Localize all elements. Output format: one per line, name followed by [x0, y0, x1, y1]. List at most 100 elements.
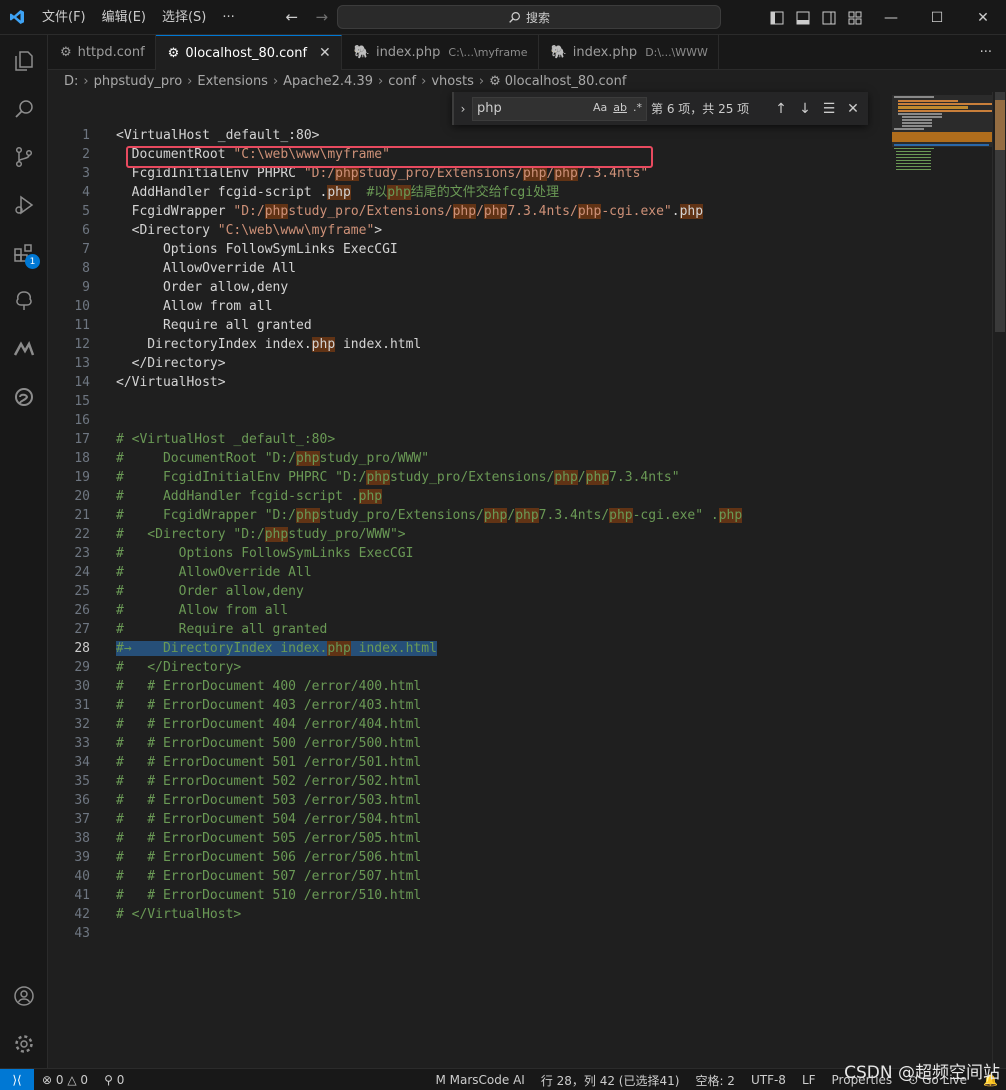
code-line[interactable]: 15 [48, 392, 892, 411]
line-number: 36 [74, 793, 90, 808]
menu-file[interactable]: 文件(F) [34, 0, 94, 35]
breadcrumb-item[interactable]: phpstudy_pro [94, 74, 183, 89]
find-in-selection-icon[interactable]: ☰ [817, 101, 841, 117]
testing-tree-icon[interactable] [0, 277, 48, 325]
code-line[interactable]: 7 Options FollowSymLinks ExecCGI [48, 240, 892, 259]
menu-edit[interactable]: 编辑(E) [94, 0, 154, 35]
code-line[interactable]: 26 # Allow from all [48, 601, 892, 620]
minimap[interactable] [892, 92, 993, 1068]
end-of-line[interactable]: LF [794, 1073, 824, 1087]
code-line[interactable]: 41 # # ErrorDocument 510 /error/510.html [48, 886, 892, 905]
code-line[interactable]: 29 # </Directory> [48, 658, 892, 677]
code-line[interactable]: 25 # Order allow,deny [48, 582, 892, 601]
code-line[interactable]: 20 # AddHandler fcgid-script .php [48, 487, 892, 506]
code-line[interactable]: 24 # AllowOverride All [48, 563, 892, 582]
breadcrumb-item[interactable]: Apache2.4.39 [283, 74, 373, 89]
customize-layout-icon[interactable] [842, 0, 868, 35]
code-line[interactable]: 19 # FcgidInitialEnv PHPRC "D:/phpstudy_p… [48, 468, 892, 487]
find-input[interactable]: php Aa ab .* [472, 96, 647, 121]
problems-indicator[interactable]: ⊗ 0 △ 0 [34, 1073, 96, 1087]
run-debug-icon[interactable] [0, 181, 48, 229]
breadcrumb-item[interactable]: conf [388, 74, 416, 89]
match-whole-word-icon[interactable]: ab [613, 101, 627, 114]
code-line[interactable]: 13 </Directory> [48, 354, 892, 373]
scrollbar-thumb[interactable] [995, 92, 1005, 332]
toggle-secondary-sidebar-icon[interactable] [816, 0, 842, 35]
code-line[interactable]: 31 # # ErrorDocument 403 /error/403.html [48, 696, 892, 715]
menu-more[interactable]: ··· [214, 0, 242, 35]
menu-selection[interactable]: 选择(S) [154, 0, 214, 35]
code-line[interactable]: 40 # # ErrorDocument 507 /error/507.html [48, 867, 892, 886]
code-line[interactable]: 11 Require all granted [48, 316, 892, 335]
minimize-icon[interactable]: — [868, 0, 914, 35]
code-line[interactable]: 39 # # ErrorDocument 506 /error/506.html [48, 848, 892, 867]
settings-gear-icon[interactable] [0, 1020, 48, 1068]
more-actions-icon[interactable]: ··· [980, 35, 992, 70]
previous-match-arrow-icon[interactable]: ↑ [769, 101, 793, 117]
breadcrumb-item[interactable]: Extensions [197, 74, 268, 89]
code-line[interactable]: 5 FcgidWrapper "D:/phpstudy_pro/Extensio… [48, 202, 892, 221]
match-case-icon[interactable]: Aa [593, 101, 607, 114]
code-line[interactable]: 34 # # ErrorDocument 501 /error/501.html [48, 753, 892, 772]
breadcrumb-item[interactable]: vhosts [431, 74, 474, 89]
account-icon[interactable] [0, 972, 48, 1020]
close-window-icon[interactable]: ✕ [960, 0, 1006, 35]
toggle-sidebar-icon[interactable] [764, 0, 790, 35]
forward-arrow-icon[interactable]: → [311, 8, 333, 26]
source-control-icon[interactable] [0, 133, 48, 181]
tab-localhost-conf[interactable]: ⚙ 0localhost_80.conf ✕ [155, 35, 342, 70]
maximize-icon[interactable]: ☐ [914, 0, 960, 35]
code-line[interactable]: 21 # FcgidWrapper "D:/phpstudy_pro/Extens… [48, 506, 892, 525]
code-line[interactable]: 43 [48, 924, 892, 943]
code-line[interactable]: 10 Allow from all [48, 297, 892, 316]
code-line[interactable]: 30 # # ErrorDocument 400 /error/400.html [48, 677, 892, 696]
code-line[interactable]: 9 Order allow,deny [48, 278, 892, 297]
breadcrumb-item[interactable]: D: [64, 74, 78, 89]
ports-indicator[interactable]: ⚲ 0 [96, 1073, 132, 1087]
encoding[interactable]: UTF-8 [743, 1073, 794, 1087]
tab-index-php-www[interactable]: 🐘 index.php D:\...\WWW [539, 35, 719, 70]
back-arrow-icon[interactable]: ← [281, 8, 303, 26]
code-line[interactable]: 23 # Options FollowSymLinks ExecCGI [48, 544, 892, 563]
code-line[interactable]: 4 AddHandler fcgid-script .php #以php结尾的文… [48, 183, 892, 202]
code-line[interactable]: 6 <Directory "C:\web\www\myframe"> [48, 221, 892, 240]
code-line[interactable]: 42 # </VirtualHost> [48, 905, 892, 924]
code-line[interactable]: 14 </VirtualHost> [48, 373, 892, 392]
breadcrumb-item[interactable]: 0localhost_80.conf [505, 74, 627, 89]
code-line[interactable]: 33 # # ErrorDocument 500 /error/500.html [48, 734, 892, 753]
code-line[interactable]: 37 # # ErrorDocument 504 /error/504.html [48, 810, 892, 829]
explorer-icon[interactable] [0, 37, 48, 85]
code-line[interactable]: 28 #→ DirectoryIndex index.php index.html [48, 639, 892, 658]
code-line[interactable]: 32 # # ErrorDocument 404 /error/404.html [48, 715, 892, 734]
indentation[interactable]: 空格: 2 [687, 1072, 743, 1089]
code-line[interactable]: 12 DirectoryIndex index.php index.html [48, 335, 892, 354]
code-line[interactable]: 16 [48, 411, 892, 430]
search-view-icon[interactable] [0, 85, 48, 133]
code-line[interactable]: 27 # Require all granted [48, 620, 892, 639]
close-find-icon[interactable]: ✕ [841, 101, 865, 117]
code-line[interactable]: 36 # # ErrorDocument 503 /error/503.html [48, 791, 892, 810]
vertical-scrollbar[interactable] [992, 92, 1006, 1068]
edge-devtools-icon[interactable] [0, 373, 48, 421]
tab-index-php-myframe[interactable]: 🐘 index.php C:\...\myframe [342, 35, 539, 70]
next-match-arrow-icon[interactable]: ↓ [793, 101, 817, 117]
cursor-position[interactable]: 行 28，列 42 (已选择41) [533, 1072, 688, 1089]
marscode-icon[interactable] [0, 325, 48, 373]
code-line[interactable]: 17 # <VirtualHost _default_:80> [48, 430, 892, 449]
close-icon[interactable]: ✕ [319, 45, 331, 61]
toggle-replace-chevron-icon[interactable]: › [454, 102, 472, 116]
extensions-icon[interactable]: 1 [0, 229, 48, 277]
remote-indicator-icon[interactable]: ⟩⟨ [0, 1068, 34, 1090]
code-line[interactable]: 35 # # ErrorDocument 502 /error/502.html [48, 772, 892, 791]
toggle-panel-icon[interactable] [790, 0, 816, 35]
code-line[interactable]: 1 <VirtualHost _default_:80> [48, 126, 892, 145]
marscode-status[interactable]: M MarsCode AI [427, 1073, 532, 1087]
code-editor[interactable]: 1 <VirtualHost _default_:80> 2 DocumentRoo… [48, 92, 892, 1068]
code-line[interactable]: 38 # # ErrorDocument 505 /error/505.html [48, 829, 892, 848]
code-line[interactable]: 22 # <Directory "D:/phpstudy_pro/WWW"> [48, 525, 892, 544]
regex-icon[interactable]: .* [633, 101, 642, 114]
code-line[interactable]: 18 # DocumentRoot "D:/phpstudy_pro/WWW" [48, 449, 892, 468]
command-center-search[interactable]: 搜索 [337, 5, 721, 29]
code-line[interactable]: 8 AllowOverride All [48, 259, 892, 278]
tab-httpd-conf[interactable]: ⚙ httpd.conf [48, 35, 156, 70]
